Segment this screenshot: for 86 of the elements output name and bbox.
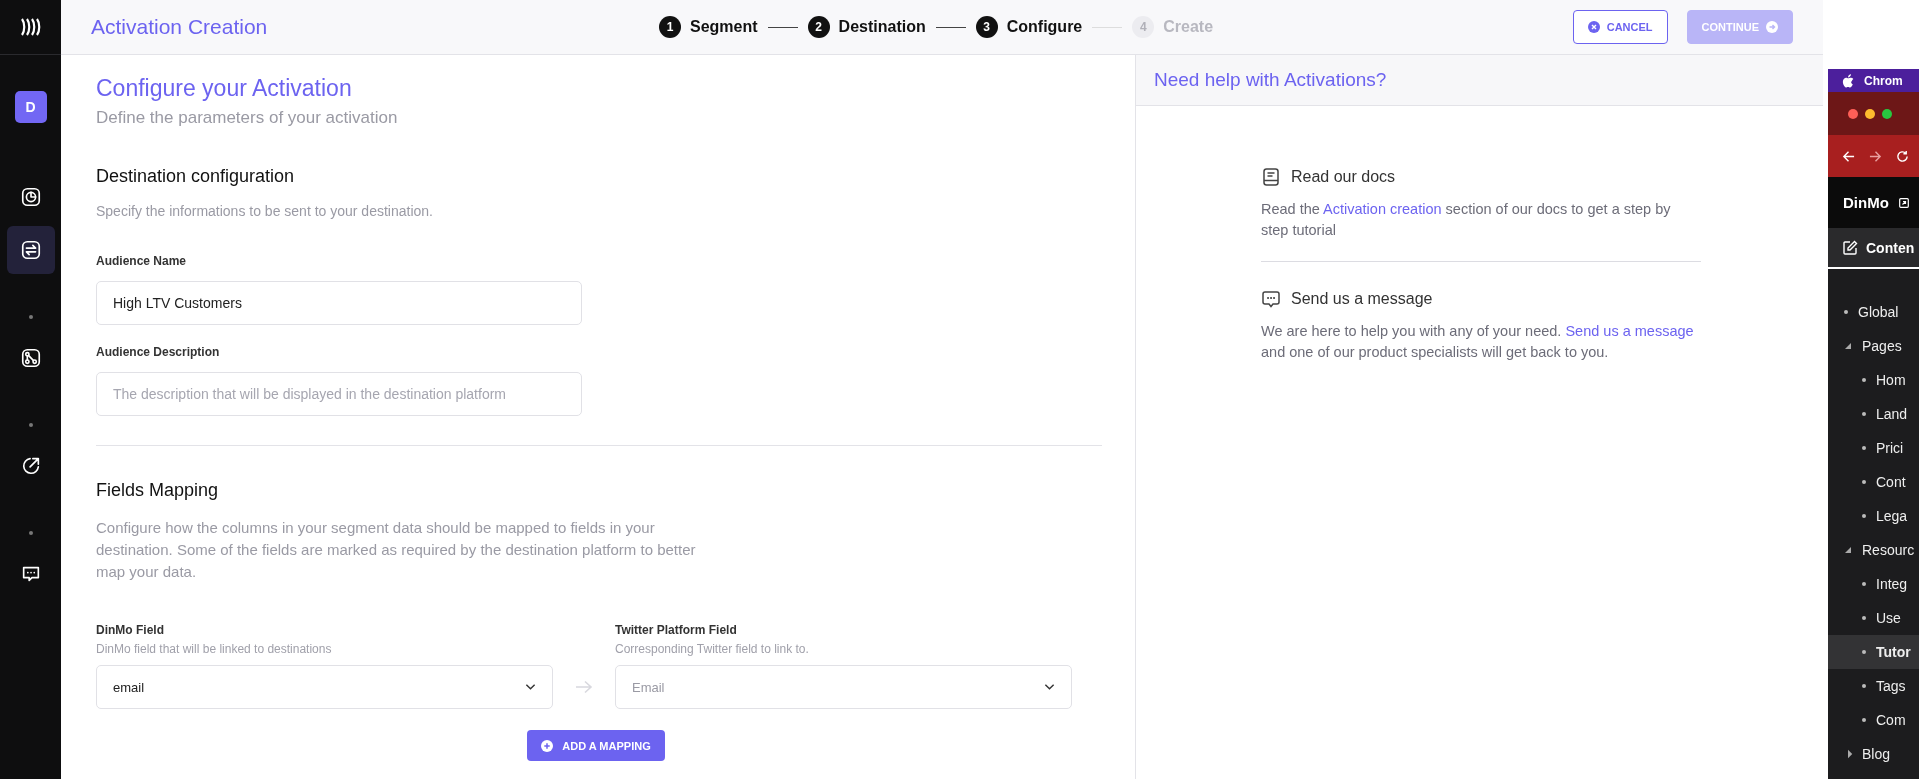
- document-icon: [1261, 167, 1281, 187]
- external-link-icon[interactable]: [1898, 197, 1909, 208]
- form-subtitle: Define the parameters of your activation: [96, 108, 399, 128]
- form-title: Configure your Activation: [96, 75, 353, 102]
- step-number: 4: [1132, 16, 1155, 38]
- bullet-icon: [1862, 514, 1866, 518]
- content-tab[interactable]: Conten: [1828, 228, 1919, 269]
- bullet-icon: [1862, 684, 1866, 688]
- site-title: DinMo: [1843, 194, 1889, 211]
- source-field-select[interactable]: email: [96, 665, 553, 709]
- field-label: Twitter Platform Field: [615, 623, 738, 637]
- tree-item[interactable]: Global: [1828, 295, 1919, 329]
- tree-item[interactable]: Use: [1828, 601, 1919, 635]
- step-number: 3: [975, 16, 998, 38]
- chat-bubble-icon: [1261, 289, 1281, 309]
- nav-icon: [19, 186, 42, 208]
- tree-item[interactable]: Tags: [1828, 669, 1919, 703]
- field-hint: DinMo field that will be linked to destinations: [96, 642, 333, 656]
- add-mapping-button[interactable]: ADD A MAPPING: [527, 730, 665, 761]
- tree-item[interactable]: Hom: [1828, 363, 1919, 397]
- field-label: Audience Description: [96, 345, 221, 359]
- tree-item[interactable]: Integ: [1828, 567, 1919, 601]
- bullet-icon: [1862, 378, 1866, 382]
- step-number: 2: [807, 16, 830, 38]
- step-label: Destination: [838, 18, 926, 36]
- step-number: 1: [659, 16, 681, 38]
- menu-app-name[interactable]: Chrom: [1864, 73, 1903, 88]
- step-label: Configure: [1006, 18, 1083, 36]
- bullet-icon: [1862, 718, 1866, 722]
- arrow-right-icon: [575, 680, 593, 694]
- field-label: DinMo Field: [96, 623, 165, 637]
- text-input[interactable]: High LTV Customers: [96, 281, 582, 325]
- section-description: Configure how the columns in your segment data should be mapped to fields in your destination. Some of the fields are marked as required by the destination platform to better map your data.: [96, 518, 697, 582]
- help-section-text: Read the Activation creation section of our docs to get a step by step tutorial: [1261, 200, 1672, 240]
- tree-item[interactable]: Resourc: [1828, 533, 1919, 567]
- help-section-title: Read our docs: [1291, 168, 1396, 186]
- tree-item[interactable]: Blog: [1828, 737, 1919, 771]
- step-label: Create: [1163, 18, 1214, 36]
- help-link[interactable]: Activation creation: [1323, 201, 1442, 217]
- zoom-window-icon[interactable]: [1882, 108, 1892, 119]
- nav-icon: [19, 239, 42, 261]
- bullet-icon: [1862, 616, 1866, 620]
- close-window-icon[interactable]: [1848, 108, 1858, 119]
- section-description: Specify the informations to be sent to your destination.: [96, 202, 434, 221]
- user-avatar[interactable]: D: [14, 91, 47, 123]
- plus-circle-icon: [541, 739, 554, 752]
- tree-item[interactable]: Tutor: [1828, 635, 1919, 669]
- logo-icon[interactable]: [18, 17, 43, 37]
- section-heading: Destination configuration: [96, 166, 296, 187]
- field-label: Audience Name: [96, 254, 188, 268]
- bullet-icon: [1862, 412, 1866, 416]
- nav-icon: [19, 347, 42, 369]
- nav-item[interactable]: [6, 226, 55, 274]
- help-section-title: Send us a message: [1291, 290, 1433, 308]
- help-section-text: We are here to help you with any of your need. Send us a message and one of our product specialists will get back to you.: [1261, 322, 1695, 362]
- tree-item[interactable]: Pages: [1828, 329, 1919, 363]
- section-heading: Fields Mapping: [96, 480, 220, 501]
- tree-item[interactable]: Lega: [1828, 499, 1919, 533]
- minimize-window-icon[interactable]: [1865, 108, 1875, 119]
- tree-item[interactable]: Cont: [1828, 465, 1919, 499]
- tree-item[interactable]: Land: [1828, 397, 1919, 431]
- bullet-icon: [1862, 650, 1866, 654]
- field-hint: Corresponding Twitter field to link to.: [615, 642, 810, 656]
- tree-item[interactable]: Prici: [1828, 431, 1919, 465]
- help-title: Need help with Activations?: [1154, 69, 1387, 91]
- bullet-icon: [1862, 446, 1866, 450]
- forward-arrow-icon[interactable]: [1869, 149, 1882, 163]
- page-title: Activation Creation: [91, 15, 269, 39]
- reload-icon[interactable]: [1896, 149, 1909, 163]
- text-input[interactable]: The description that will be displayed in the destination platform: [96, 372, 582, 416]
- tree-item[interactable]: Com: [1828, 703, 1919, 737]
- step-label: Segment: [690, 18, 758, 36]
- back-arrow-icon[interactable]: [1842, 149, 1855, 163]
- cancel-button[interactable]: CANCEL: [1572, 10, 1668, 44]
- apple-icon[interactable]: [1842, 73, 1854, 88]
- chevron-down-icon: [525, 683, 536, 691]
- bullet-icon: [1862, 582, 1866, 586]
- expand-triangle-icon[interactable]: [1844, 546, 1852, 554]
- edit-icon: [1842, 239, 1858, 256]
- bullet-icon: [1862, 480, 1866, 484]
- close-circle-icon: [1587, 21, 1600, 33]
- bullet-icon: [1844, 310, 1848, 314]
- help-link[interactable]: Send us a message: [1565, 323, 1694, 339]
- chevron-down-icon: [1044, 683, 1055, 691]
- expand-triangle-icon[interactable]: [1844, 342, 1852, 350]
- arrow-circle-icon: [1766, 21, 1778, 33]
